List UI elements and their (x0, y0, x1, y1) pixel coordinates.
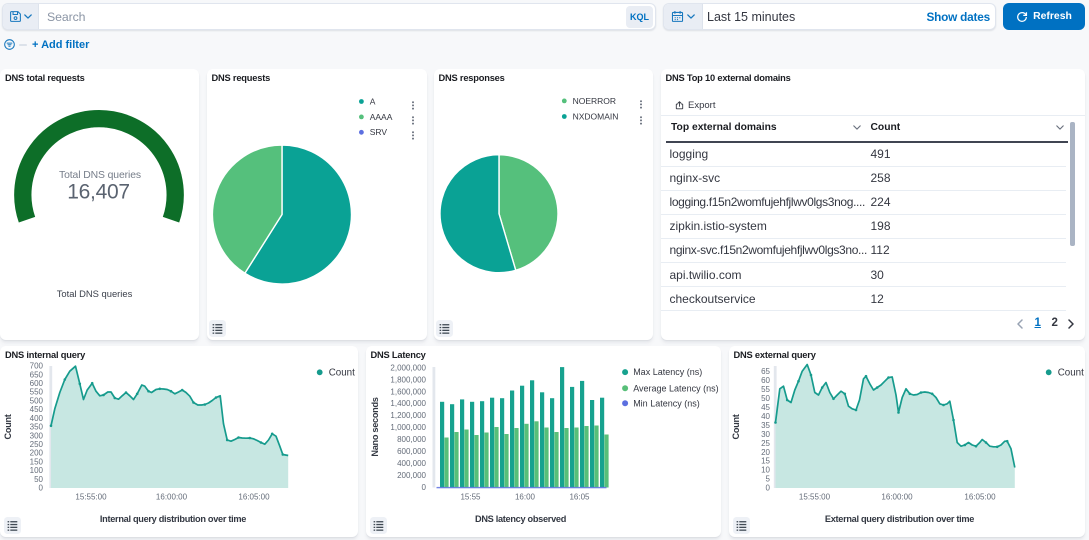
svg-text:350: 350 (30, 423, 44, 432)
svg-text:AAAA: AAAA (369, 112, 392, 122)
svg-text:200: 200 (30, 449, 44, 458)
svg-text:250: 250 (30, 440, 44, 449)
svg-text:800,000: 800,000 (397, 435, 426, 444)
svg-text:15:55:00: 15:55:00 (798, 493, 830, 502)
svg-text:Count: Count (3, 414, 13, 439)
svg-text:NOERROR: NOERROR (572, 96, 615, 106)
svg-text:1,000,000: 1,000,000 (390, 423, 426, 432)
svg-text:15:55: 15:55 (460, 493, 481, 502)
svg-text:16,407: 16,407 (67, 181, 129, 204)
svg-text:1,600,000: 1,600,000 (390, 387, 426, 396)
svg-text:Total DNS queries: Total DNS queries (57, 288, 133, 299)
svg-text:45: 45 (761, 403, 770, 412)
svg-text:16:00:00: 16:00:00 (156, 493, 188, 502)
svg-text:DNS latency observed: DNS latency observed (474, 514, 565, 524)
svg-text:0: 0 (39, 484, 44, 493)
svg-text:650: 650 (30, 370, 44, 379)
svg-text:15: 15 (761, 457, 770, 466)
svg-text:Count: Count (731, 414, 741, 439)
svg-text:1,400,000: 1,400,000 (390, 399, 426, 408)
svg-text:65: 65 (761, 367, 770, 376)
svg-text:0: 0 (421, 483, 426, 492)
svg-text:16:05: 16:05 (569, 493, 590, 502)
svg-text:Total DNS queries: Total DNS queries (59, 170, 141, 181)
svg-text:600,000: 600,000 (397, 447, 426, 456)
svg-text:16:00: 16:00 (514, 493, 535, 502)
svg-text:200,000: 200,000 (397, 471, 426, 480)
svg-text:2,000,000: 2,000,000 (390, 363, 426, 372)
svg-text:Nano seconds: Nano seconds (370, 397, 380, 456)
svg-text:40: 40 (761, 412, 770, 421)
svg-text:NXDOMAIN: NXDOMAIN (572, 111, 618, 121)
svg-text:Internal query distribution ov: Internal query distribution over time (100, 514, 246, 524)
svg-text:50: 50 (34, 475, 43, 484)
svg-text:50: 50 (761, 394, 770, 403)
svg-text:600: 600 (30, 379, 44, 388)
svg-text:Max Latency (ns): Max Latency (ns) (633, 367, 702, 377)
svg-text:A: A (369, 96, 375, 106)
svg-text:External query distribution ov: External query distribution over time (824, 514, 973, 524)
svg-text:500: 500 (30, 397, 44, 406)
svg-text:Min Latency (ns): Min Latency (ns) (633, 398, 700, 408)
svg-text:0: 0 (765, 484, 770, 493)
svg-text:20: 20 (761, 448, 770, 457)
svg-text:1,200,000: 1,200,000 (390, 411, 426, 420)
svg-text:30: 30 (761, 430, 770, 439)
svg-text:16:00:00: 16:00:00 (881, 493, 913, 502)
svg-text:150: 150 (30, 458, 44, 467)
svg-text:Average Latency (ns): Average Latency (ns) (633, 383, 718, 393)
svg-text:55: 55 (761, 385, 770, 394)
svg-text:5: 5 (765, 475, 770, 484)
svg-text:700: 700 (30, 362, 44, 371)
svg-text:400,000: 400,000 (397, 459, 426, 468)
svg-text:550: 550 (30, 388, 44, 397)
svg-text:Count: Count (1057, 368, 1083, 379)
svg-text:15:55:00: 15:55:00 (75, 493, 107, 502)
svg-text:Count: Count (329, 368, 355, 379)
svg-text:SRV: SRV (369, 127, 387, 137)
svg-text:25: 25 (761, 439, 770, 448)
svg-text:400: 400 (30, 414, 44, 423)
svg-text:35: 35 (761, 421, 770, 430)
svg-text:60: 60 (761, 376, 770, 385)
svg-text:450: 450 (30, 405, 44, 414)
svg-text:10: 10 (761, 466, 770, 475)
svg-text:16:05:00: 16:05:00 (964, 493, 996, 502)
svg-text:1,800,000: 1,800,000 (390, 375, 426, 384)
svg-text:300: 300 (30, 431, 44, 440)
svg-text:16:05:00: 16:05:00 (238, 493, 270, 502)
svg-text:100: 100 (30, 466, 44, 475)
